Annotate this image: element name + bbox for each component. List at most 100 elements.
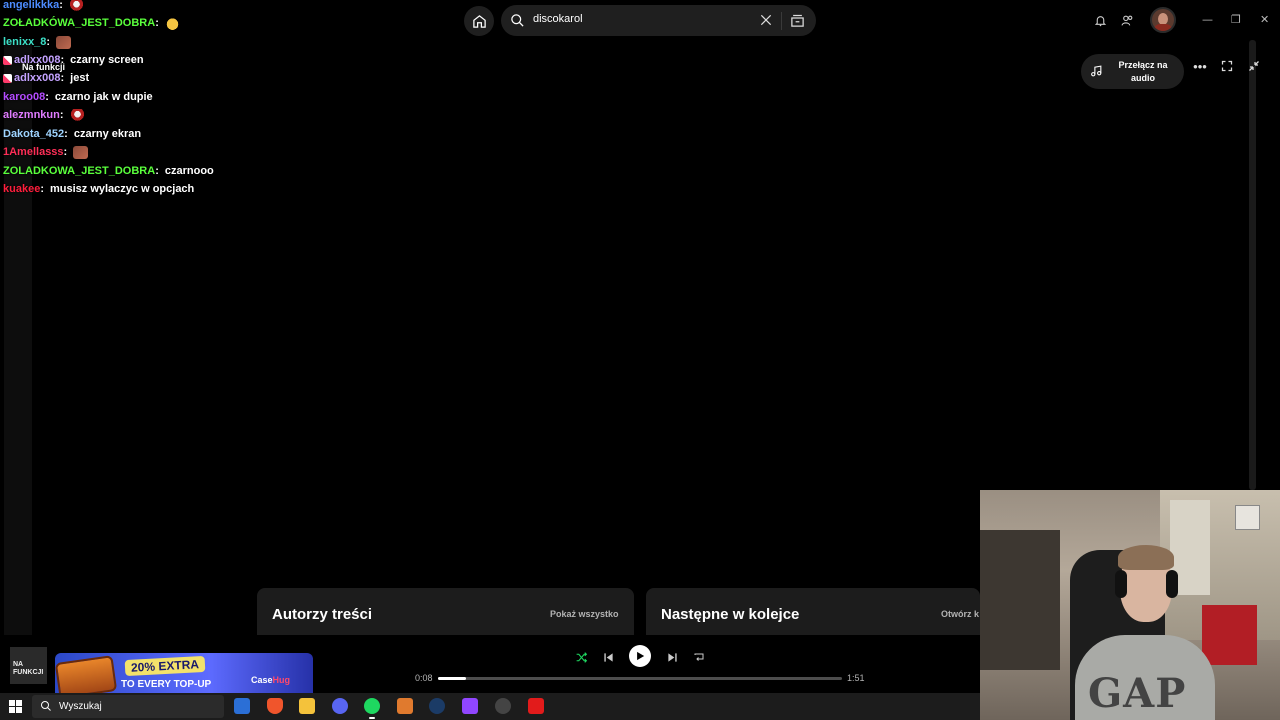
chat-message: kuakee: musisz wylaczyc w opcjach [3, 181, 194, 197]
chat-colon: : [46, 36, 51, 48]
chat-colon: : [155, 165, 159, 177]
restore-icon[interactable]: ❐ [1231, 13, 1241, 26]
discord-icon[interactable] [332, 698, 348, 714]
chat-message: lenixx_8: [3, 34, 72, 50]
media-player-icon[interactable] [397, 698, 413, 714]
chat-message: karoo08: czarno jak w dupie [3, 89, 153, 105]
search-bar[interactable]: discokarol [501, 5, 816, 36]
search-divider [781, 12, 782, 30]
webcam-poster [1235, 505, 1260, 530]
webcam-red-cabinet [1202, 605, 1257, 665]
ad-brand: CaseHug [251, 675, 290, 685]
taskbar-search[interactable]: Wyszukaj [32, 695, 224, 718]
shuffle-icon[interactable] [573, 649, 589, 665]
album-cover[interactable]: NA FUNKCJI [10, 647, 47, 684]
queue-panel: Następne w kolejce Otwórz k [646, 588, 980, 635]
chat-username: 1Amellasss [3, 146, 64, 158]
creators-panel: Autorzy treści Pokaż wszystko [257, 588, 634, 635]
chat-text: musisz wylaczyc w opcjach [49, 183, 195, 195]
emote-icon [68, 0, 84, 12]
headset-left-icon [1115, 570, 1127, 598]
avatar-shirt [1154, 24, 1172, 31]
chat-message: alezmnkun: [3, 107, 85, 123]
task-view-icon[interactable] [234, 698, 250, 714]
search-input[interactable]: discokarol [533, 13, 583, 25]
browse-icon[interactable] [790, 13, 805, 28]
total-duration: 1:51 [847, 673, 865, 683]
chat-colon: : [59, 109, 64, 121]
chat-colon: : [155, 17, 159, 29]
emote-icon [164, 16, 180, 30]
switch-to-audio-button[interactable]: Przełącz na audio [1081, 54, 1184, 89]
chat-username: angelikkka [3, 0, 60, 11]
hoodie-logo: GAP [1088, 670, 1187, 717]
more-options-icon[interactable]: ••• [1192, 58, 1208, 74]
file-explorer-icon[interactable] [299, 698, 315, 714]
collapse-icon[interactable] [1246, 58, 1262, 74]
chat-colon: : [59, 0, 63, 11]
avatar[interactable] [1150, 7, 1176, 33]
playback-progress-bar[interactable] [438, 677, 842, 680]
notifications-bell-icon[interactable] [1092, 12, 1108, 28]
play-button[interactable] [629, 645, 651, 667]
spotify-active-indicator [369, 717, 375, 719]
windows-start-icon[interactable] [9, 700, 22, 713]
queue-title: Następne w kolejce [661, 606, 800, 623]
youtube-icon[interactable] [528, 698, 544, 714]
chat-username: Dakota_452 [3, 128, 65, 140]
ad-headline: 20% EXTRA [124, 655, 206, 677]
chat-colon: : [40, 183, 44, 195]
home-button[interactable] [464, 6, 494, 36]
chat-colon: : [64, 128, 68, 140]
search-icon [41, 701, 51, 711]
previous-track-icon[interactable] [600, 649, 616, 665]
ad-brand-prefix: Case [251, 675, 273, 685]
brave-browser-icon[interactable] [267, 698, 283, 714]
elapsed-time: 0:08 [415, 673, 433, 683]
spotify-icon[interactable] [364, 698, 380, 714]
next-track-icon[interactable] [664, 649, 680, 665]
main-scrollbar[interactable] [1249, 40, 1256, 490]
progress-fill [438, 677, 467, 680]
fullscreen-icon[interactable] [1219, 58, 1235, 74]
chat-message: ZOŁADKÓWA_JEST_DOBRA: [3, 15, 180, 31]
chat-text: czarny ekran [73, 128, 142, 140]
close-icon[interactable] [759, 13, 773, 27]
chat-text: czarno jak w dupie [54, 91, 153, 103]
show-all-link[interactable]: Pokaż wszystko [550, 609, 619, 619]
webcam-overlay: GAP [980, 490, 1280, 720]
cover-text: NA FUNKCJI [13, 661, 44, 676]
switch-to-audio-label: Przełącz na audio [1118, 60, 1168, 83]
chat-username: kuakee [3, 183, 41, 195]
obs-studio-icon[interactable] [495, 698, 511, 714]
chat-username: ZOLADKOWA_JEST_DOBRA [3, 165, 156, 177]
emote-icon [69, 108, 85, 122]
chat-colon: : [45, 91, 49, 103]
chat-username: lenixx_8 [3, 36, 47, 48]
friend-activity-icon[interactable] [1119, 12, 1135, 28]
webcam-person-hair [1118, 545, 1174, 570]
webcam-shelf [980, 530, 1060, 670]
emote-icon [73, 145, 89, 159]
headset-right-icon [1166, 570, 1178, 598]
steam-icon[interactable] [429, 698, 445, 714]
windows-taskbar: Wyszukaj [0, 693, 980, 720]
badge-icon [3, 73, 12, 83]
chat-text: czarny screen [70, 54, 144, 66]
open-queue-link[interactable]: Otwórz k [941, 609, 979, 619]
repeat-icon[interactable] [691, 649, 707, 665]
overlay-note: Na funkcji [22, 62, 66, 72]
chat-message: angelikkka: [3, 0, 84, 13]
play-icon [637, 651, 645, 661]
ad-brand-suffix: Hug [272, 675, 291, 685]
emote-icon [56, 35, 72, 49]
music-note-icon [1091, 65, 1102, 77]
window-close-icon[interactable]: ✕ [1260, 13, 1269, 26]
chat-text: jest [70, 72, 90, 84]
taskbar-search-placeholder: Wyszukaj [59, 701, 102, 712]
home-icon [472, 14, 486, 28]
chat-message: ZOLADKOWA_JEST_DOBRA: czarnooo [3, 163, 214, 179]
badge-icon [3, 55, 12, 65]
twitch-icon[interactable] [462, 698, 478, 714]
minimize-icon[interactable]: — [1202, 13, 1213, 26]
